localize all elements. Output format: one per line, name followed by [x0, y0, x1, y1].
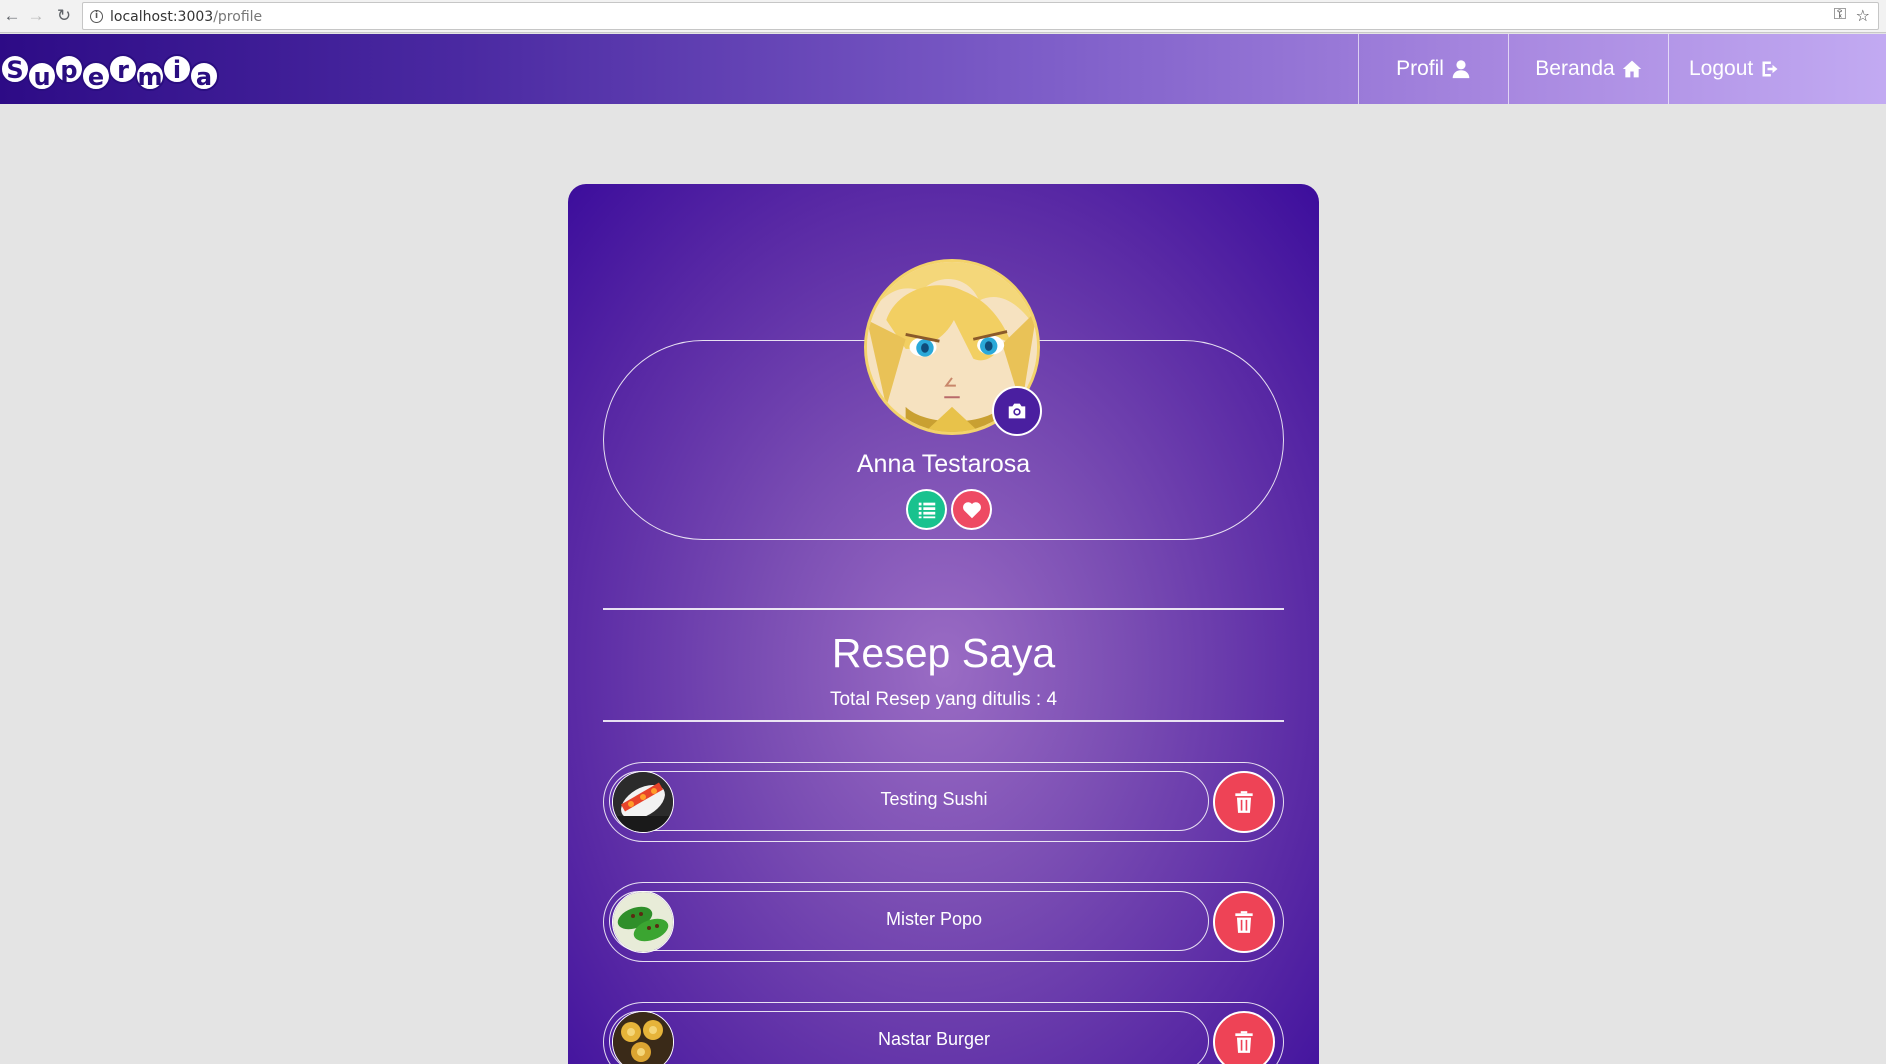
- recipe-link[interactable]: Nastar Burger: [609, 1011, 1209, 1064]
- recipe-name: Nastar Burger: [877, 1029, 991, 1049]
- delete-recipe-button[interactable]: [1213, 891, 1275, 953]
- url-host: localhost:3003: [110, 9, 214, 25]
- logo-letter: m: [135, 61, 165, 91]
- recipe-thumbnail: [612, 891, 674, 953]
- recipe-row: Testing Sushi: [603, 762, 1284, 842]
- recipe-row: Nastar Burger: [603, 1002, 1284, 1064]
- sushi-image: [613, 772, 673, 832]
- recipe-name: Testing Sushi: [880, 789, 988, 809]
- trash-icon: [1235, 911, 1253, 933]
- nav-links: Profil Beranda Logout: [1358, 34, 1886, 104]
- reload-icon[interactable]: ↻: [54, 6, 74, 26]
- trash-icon: [1235, 1031, 1253, 1053]
- recipe-link[interactable]: Mister Popo: [609, 891, 1209, 953]
- profile-card: Anna Testarosa Resep Saya Total Resep ya…: [568, 184, 1319, 1064]
- browser-toolbar: ← → ↻ i localhost:3003/profile ⚿ ☆: [0, 0, 1886, 33]
- nav-profil[interactable]: Profil: [1358, 34, 1508, 104]
- logo-letter: i: [162, 54, 192, 84]
- home-icon: [1622, 60, 1641, 78]
- url-text: localhost:3003/profile: [110, 9, 262, 25]
- my-recipes-button[interactable]: [906, 489, 947, 530]
- logo-letter: e: [81, 61, 111, 91]
- app-navbar: Supermia Profil Beranda Logout: [0, 34, 1886, 104]
- trash-icon: [1235, 791, 1253, 813]
- recipe-link[interactable]: Testing Sushi: [609, 771, 1209, 833]
- logout-icon: [1762, 61, 1778, 77]
- logo-letter: a: [189, 61, 219, 91]
- nav-beranda-label: Beranda: [1535, 57, 1615, 80]
- pastry-image: [613, 1012, 673, 1064]
- profile-badges: [906, 489, 992, 530]
- logo-letter: r: [108, 54, 138, 84]
- star-icon[interactable]: ☆: [1856, 6, 1870, 26]
- favorites-button[interactable]: [951, 489, 992, 530]
- info-icon[interactable]: i: [90, 10, 103, 23]
- section-title: Resep Saya: [831, 630, 1056, 676]
- heart-icon: [962, 501, 981, 518]
- back-arrow-icon[interactable]: ←: [2, 6, 22, 26]
- logo-letter: p: [54, 54, 84, 84]
- delete-recipe-button[interactable]: [1213, 771, 1275, 833]
- recipe-row: Mister Popo: [603, 882, 1284, 962]
- camera-icon: [1008, 403, 1026, 419]
- change-photo-button[interactable]: [992, 386, 1042, 436]
- section-divider-bottom: [603, 720, 1284, 722]
- green-food-image: [613, 892, 673, 952]
- forward-arrow-icon[interactable]: →: [26, 6, 46, 26]
- section-divider-top: [603, 608, 1284, 610]
- list-icon: [918, 502, 935, 518]
- address-bar[interactable]: i localhost:3003/profile ⚿ ☆: [82, 2, 1879, 30]
- key-icon[interactable]: ⚿: [1834, 6, 1846, 24]
- recipe-count: Total Resep yang ditulis : 4: [829, 689, 1058, 710]
- supermia-logo[interactable]: Supermia: [0, 54, 219, 91]
- nav-logout-label: Logout: [1689, 57, 1754, 80]
- recipe-thumbnail: [612, 771, 674, 833]
- nav-logout[interactable]: Logout: [1668, 34, 1886, 104]
- recipe-thumbnail: [612, 1011, 674, 1064]
- delete-recipe-button[interactable]: [1213, 1011, 1275, 1064]
- url-path: /profile: [213, 9, 263, 25]
- profile-name: Anna Testarosa: [856, 450, 1031, 478]
- nav-beranda[interactable]: Beranda: [1508, 34, 1668, 104]
- recipe-name: Mister Popo: [885, 909, 983, 929]
- nav-profil-label: Profil: [1396, 57, 1444, 80]
- logo-letter: S: [0, 54, 30, 84]
- logo-letter: u: [27, 61, 57, 91]
- user-icon: [1452, 60, 1470, 79]
